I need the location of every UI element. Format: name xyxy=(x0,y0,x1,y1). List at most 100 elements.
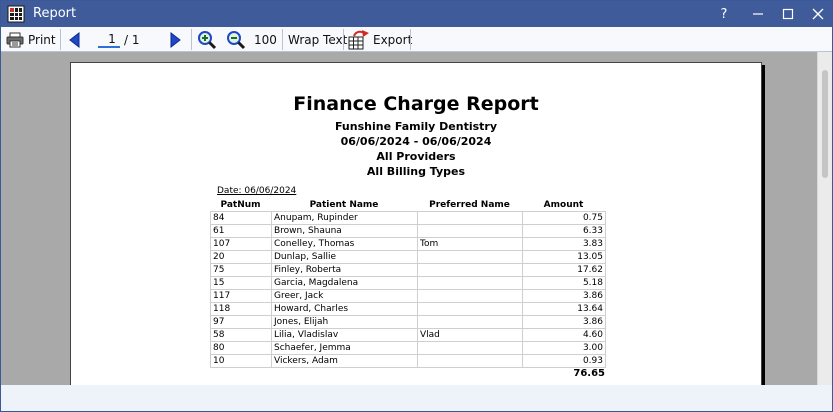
table-row: 20 Dunlap, Sallie 13.05 xyxy=(210,250,606,264)
export-label: Export xyxy=(373,32,413,47)
table-row: 97 Jones, Elijah 3.86 xyxy=(210,315,606,329)
report-toolbar: Print / 1 100 Wrap Text Export xyxy=(1,27,832,52)
cell-patient-name: Dunlap, Sallie xyxy=(271,250,418,264)
toolbar-separator xyxy=(282,29,283,50)
cell-patient-name: Brown, Shauna xyxy=(271,224,418,238)
cell-preferred-name xyxy=(417,263,523,277)
zoom-in-icon xyxy=(198,30,217,49)
column-header-patient-name: Patient Name xyxy=(309,200,379,210)
report-preview-area[interactable]: Finance Charge Report Funshine Family De… xyxy=(1,52,817,385)
cell-patnum: 117 xyxy=(210,289,272,303)
cell-preferred-name xyxy=(417,289,523,303)
providers-filter: All Providers xyxy=(376,150,456,163)
minimize-button[interactable] xyxy=(743,1,773,27)
cell-patient-name: Garcia, Magdalena xyxy=(271,276,418,290)
arrow-right-icon xyxy=(170,31,181,48)
window-title: Report xyxy=(33,6,77,21)
cell-patnum: 118 xyxy=(210,302,272,316)
table-row: 117 Greer, Jack 3.86 xyxy=(210,289,606,303)
cell-preferred-name: Vlad xyxy=(417,328,523,342)
cell-patient-name: Jones, Elijah xyxy=(271,315,418,329)
grid-app-icon xyxy=(7,5,25,23)
cell-amount: 13.64 xyxy=(522,302,606,316)
cell-patient-name: Finley, Roberta xyxy=(271,263,418,277)
table-row: 10 Vickers, Adam 0.93 xyxy=(210,354,606,368)
table-row: 80 Schaefer, Jemma 3.00 xyxy=(210,341,606,355)
table-row: 107 Conelley, Thomas Tom 3.83 xyxy=(210,237,606,251)
cell-preferred-name xyxy=(417,302,523,316)
table-row: 84 Anupam, Rupinder 0.75 xyxy=(210,211,606,225)
zoom-out-icon xyxy=(227,30,246,49)
help-button[interactable]: ? xyxy=(709,1,739,27)
maximize-icon xyxy=(782,8,794,20)
arrow-left-icon xyxy=(69,31,80,48)
maximize-button[interactable] xyxy=(773,1,803,27)
cell-patnum: 80 xyxy=(210,341,272,355)
close-button[interactable] xyxy=(803,1,832,27)
column-header-patnum: PatNum xyxy=(220,200,261,210)
cell-amount: 3.86 xyxy=(522,289,606,303)
previous-page-button[interactable] xyxy=(67,28,83,51)
print-label: Print xyxy=(28,32,56,47)
title-bar[interactable]: Report ? xyxy=(1,1,832,27)
report-page: Finance Charge Report Funshine Family De… xyxy=(70,62,762,385)
cell-amount: 3.86 xyxy=(522,315,606,329)
cell-amount: 0.75 xyxy=(522,211,606,225)
page-number-input[interactable] xyxy=(98,31,120,48)
cell-amount: 3.83 xyxy=(522,237,606,251)
amount-total: 76.65 xyxy=(573,368,605,379)
cell-patient-name: Greer, Jack xyxy=(271,289,418,303)
cell-patient-name: Schaefer, Jemma xyxy=(271,341,418,355)
cell-patnum: 15 xyxy=(210,276,272,290)
table-row: 118 Howard, Charles 13.64 xyxy=(210,302,606,316)
cell-patnum: 97 xyxy=(210,315,272,329)
cell-patient-name: Conelley, Thomas xyxy=(271,237,418,251)
cell-amount: 13.05 xyxy=(522,250,606,264)
cell-preferred-name xyxy=(417,276,523,290)
cell-patnum: 20 xyxy=(210,250,272,264)
zoom-level: 100 xyxy=(254,32,277,47)
cell-preferred-name xyxy=(417,250,523,264)
cell-patnum: 84 xyxy=(210,211,272,225)
cell-amount: 17.62 xyxy=(522,263,606,277)
cell-preferred-name xyxy=(417,315,523,329)
cell-preferred-name xyxy=(417,211,523,225)
table-row: 15 Garcia, Magdalena 5.18 xyxy=(210,276,606,290)
next-page-button[interactable] xyxy=(167,28,183,51)
cell-patnum: 107 xyxy=(210,237,272,251)
page-count: / 1 xyxy=(124,32,140,47)
export-button[interactable]: Export xyxy=(348,28,412,51)
cell-patient-name: Vickers, Adam xyxy=(271,354,418,368)
cell-patnum: 58 xyxy=(210,328,272,342)
zoom-in-button[interactable] xyxy=(197,28,217,51)
report-window: Report ? Print / 1 100 Wrap Text Export … xyxy=(0,0,833,412)
cell-preferred-name xyxy=(417,341,523,355)
date-range: 06/06/2024 - 06/06/2024 xyxy=(340,135,492,148)
cell-patient-name: Lilia, Vladislav xyxy=(271,328,418,342)
wrap-text-button[interactable]: Wrap Text xyxy=(288,28,347,51)
export-spreadsheet-icon xyxy=(348,29,369,49)
cell-patnum: 75 xyxy=(210,263,272,277)
cell-amount: 4.60 xyxy=(522,328,606,342)
cell-preferred-name: Tom xyxy=(417,237,523,251)
zoom-out-button[interactable] xyxy=(226,28,246,51)
vertical-scrollbar[interactable] xyxy=(817,52,832,385)
cell-patnum: 10 xyxy=(210,354,272,368)
cell-amount: 3.00 xyxy=(522,341,606,355)
close-icon xyxy=(812,8,824,20)
report-title: Finance Charge Report xyxy=(293,93,539,115)
status-bar xyxy=(1,385,832,411)
scrollbar-thumb[interactable] xyxy=(822,70,828,178)
practice-name: Funshine Family Dentistry xyxy=(334,120,498,133)
billing-types-filter: All Billing Types xyxy=(366,165,466,178)
column-header-amount: Amount xyxy=(543,200,584,210)
toolbar-separator xyxy=(343,29,344,50)
zoom-level-button[interactable]: 100 xyxy=(254,28,277,51)
cell-patnum: 61 xyxy=(210,224,272,238)
cell-amount: 5.18 xyxy=(522,276,606,290)
toolbar-separator xyxy=(410,29,411,50)
cell-preferred-name xyxy=(417,224,523,238)
cell-patient-name: Howard, Charles xyxy=(271,302,418,316)
print-button[interactable]: Print xyxy=(6,28,56,51)
toolbar-separator xyxy=(191,29,192,50)
